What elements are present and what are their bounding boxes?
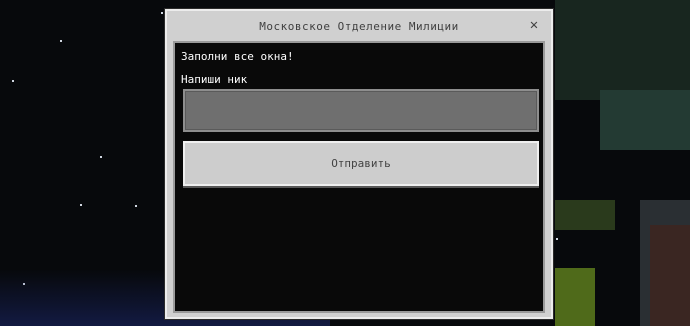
nickname-input[interactable] <box>183 89 539 132</box>
lime-block <box>555 268 595 326</box>
star <box>161 12 163 14</box>
nickname-label: Напиши ник <box>181 73 248 86</box>
star <box>12 80 14 82</box>
star <box>100 156 102 158</box>
dialog-content: Заполни все окна! Напиши ник Отправить <box>173 41 545 313</box>
star <box>80 204 82 206</box>
grass-block <box>555 200 615 230</box>
tree-leaves <box>555 0 690 100</box>
submit-button[interactable]: Отправить <box>183 141 539 186</box>
close-icon[interactable]: ✕ <box>523 14 545 36</box>
tree-leaves <box>600 90 690 150</box>
star <box>556 238 558 240</box>
dialog-title: Московское Отделение Милиции <box>259 19 459 33</box>
star <box>60 40 62 42</box>
form-dialog: Московское Отделение Милиции ✕ Заполни в… <box>165 9 553 319</box>
warning-message: Заполни все окна! <box>181 50 294 63</box>
star <box>135 205 137 207</box>
dirt-block <box>650 225 690 326</box>
